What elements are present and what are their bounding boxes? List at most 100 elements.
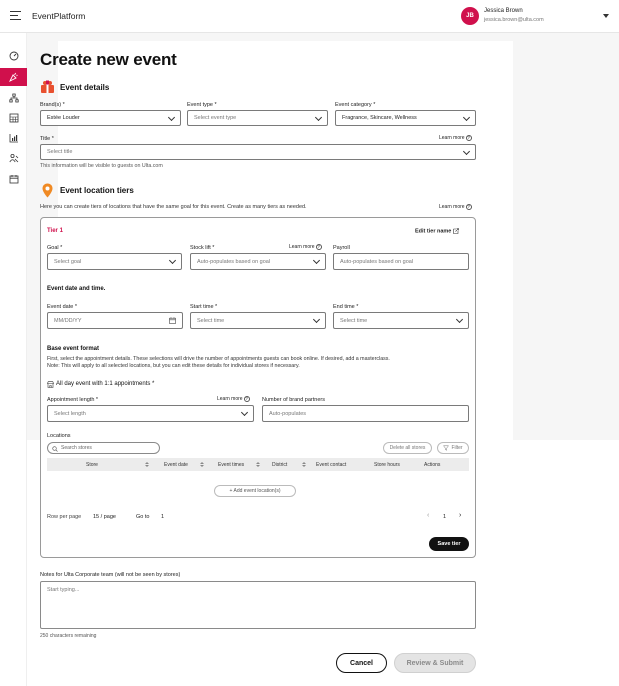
location-tiers-description: Here you can create tiers of locations t… (40, 204, 307, 210)
event-category-select[interactable]: Fragrance, Skincare, Wellness (335, 110, 476, 126)
title-learn-more[interactable]: Learn more? (439, 135, 472, 141)
rows-per-page-label: Row per page (47, 514, 82, 520)
sidebar-item-calendar[interactable] (0, 170, 27, 188)
calendar-icon[interactable] (169, 317, 176, 324)
event-type-select[interactable]: Select event type (187, 110, 328, 126)
sort-icon[interactable] (256, 462, 260, 468)
payroll-field[interactable]: Auto-populates based on goal (333, 253, 469, 270)
go-to-input[interactable]: 1 (161, 514, 164, 520)
edit-tier-name-link[interactable]: Edit tier name (415, 228, 459, 234)
chevron-down-icon (240, 408, 249, 417)
gift-icon (41, 80, 54, 93)
stock-lift-select[interactable]: Auto-populates based on goal (190, 253, 326, 270)
chevron-down-icon (314, 113, 323, 122)
event-date-input[interactable]: MM/DD/YY (47, 312, 183, 329)
top-bar: EventPlatform JB Jessica Brown jessica.b… (0, 0, 619, 33)
people-icon (8, 153, 18, 163)
calendar-icon (9, 175, 18, 184)
start-time-select[interactable]: Select time (190, 312, 326, 329)
sidebar-item-analytics[interactable] (0, 129, 27, 147)
calendar-grid-icon (9, 113, 18, 123)
column-event-times[interactable]: Event times (218, 462, 244, 468)
notes-label: Notes for Ulta Corporate team (will not … (40, 572, 181, 578)
save-tier-button[interactable]: Save tier (429, 537, 469, 551)
chevron-down-icon (167, 113, 176, 122)
brand-label: Brand(s) * (40, 102, 65, 108)
sidebar (0, 33, 27, 686)
sidebar-item-grid[interactable] (0, 109, 27, 127)
base-format-line-1: First, select the appointment details. T… (47, 356, 390, 362)
column-store-hours[interactable]: Store hours (374, 462, 400, 468)
title-label: Title * (40, 136, 54, 142)
start-time-label: Start time * (190, 304, 218, 310)
chevron-down-icon (462, 147, 471, 156)
sidebar-item-hierarchy[interactable] (0, 89, 27, 107)
event-details-title: Event details (60, 83, 110, 92)
chevron-down-icon (462, 113, 471, 122)
column-store[interactable]: Store (86, 462, 98, 468)
notes-textarea[interactable]: Start typing... (40, 581, 476, 629)
go-to-label: Go to (136, 514, 150, 520)
sidebar-item-events[interactable] (0, 68, 27, 86)
user-name: Jessica Brown (484, 8, 523, 14)
date-time-title: Event date and time. (47, 286, 106, 292)
chevron-down-icon (312, 256, 321, 265)
menu-icon[interactable] (10, 11, 21, 21)
brand-partners-field[interactable]: Auto-populates (262, 405, 469, 422)
help-icon: ? (465, 134, 472, 141)
event-category-label: Event category * (335, 102, 376, 108)
tiers-learn-more[interactable]: Learn more? (439, 204, 472, 210)
appt-length-select[interactable]: Select length (47, 405, 254, 422)
column-actions: Actions (424, 462, 441, 468)
search-input[interactable]: Search stores (47, 442, 160, 454)
sort-icon[interactable] (200, 462, 204, 468)
sort-icon[interactable] (145, 462, 149, 468)
chevron-down-icon (168, 256, 177, 265)
cancel-button[interactable]: Cancel (336, 653, 387, 673)
location-pin-icon (42, 183, 53, 198)
event-type-label: Event type * (187, 102, 217, 108)
title-help-text: This information will be visible to gues… (40, 163, 163, 169)
next-page-icon[interactable]: › (459, 512, 461, 519)
rows-per-page-select[interactable]: 15 / page (93, 514, 116, 520)
column-event-date[interactable]: Event date (164, 462, 188, 468)
user-email: jessica.brown@ulta.com (484, 17, 544, 23)
end-time-label: End time * (333, 304, 359, 310)
prev-page-icon[interactable]: ‹ (427, 512, 429, 519)
payroll-label: Payroll (333, 245, 350, 251)
search-icon (52, 445, 58, 452)
location-tiers-title: Event location tiers (60, 186, 134, 195)
avatar[interactable]: JB (461, 7, 479, 25)
column-district[interactable]: District (272, 462, 287, 468)
help-icon: ? (465, 203, 472, 210)
filter-button[interactable]: Filter (437, 442, 469, 454)
appt-length-label: Appointment length * (47, 397, 99, 403)
current-page[interactable]: 1 (443, 514, 446, 520)
sidebar-item-dashboard[interactable] (0, 47, 27, 65)
goal-select[interactable]: Select goal (47, 253, 182, 270)
add-event-location-button[interactable]: + Add event location(s) (214, 485, 296, 497)
external-link-icon (453, 228, 459, 234)
end-time-select[interactable]: Select time (333, 312, 469, 329)
brand-partners-label: Number of brand partners (262, 397, 325, 403)
help-icon: ? (243, 395, 250, 402)
brand-select[interactable]: Estée Louder (40, 110, 181, 126)
hierarchy-icon (8, 93, 19, 103)
sort-icon[interactable] (302, 462, 306, 468)
locations-label: Locations (47, 433, 71, 439)
chevron-down-icon[interactable] (603, 14, 609, 18)
delete-all-stores-button[interactable]: Delete all stores (383, 442, 432, 454)
stock-lift-label: Stock lift * (190, 245, 215, 251)
column-event-contact[interactable]: Event contact (316, 462, 346, 468)
base-format-title: Base event format (47, 346, 100, 352)
filter-icon (443, 445, 450, 451)
sidebar-item-people[interactable] (0, 149, 27, 167)
title-select[interactable]: Select title (40, 144, 476, 160)
page-title: Create new event (40, 50, 177, 69)
stock-lift-learn-more[interactable]: Learn more? (289, 244, 322, 250)
review-submit-button[interactable]: Review & Submit (394, 653, 476, 673)
chevron-down-icon (312, 315, 321, 324)
analytics-icon (9, 134, 18, 143)
appt-learn-more[interactable]: Learn more? (217, 396, 250, 402)
events-icon (8, 72, 18, 82)
